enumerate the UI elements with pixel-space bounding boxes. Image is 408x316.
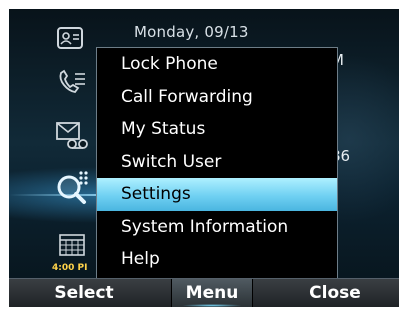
menu-item-my-status[interactable]: My Status [97, 113, 337, 146]
select-softkey[interactable]: Select [9, 279, 159, 307]
menu-item-switch-user[interactable]: Switch User [97, 146, 337, 179]
menu-item-call-forwarding[interactable]: Call Forwarding [97, 81, 337, 114]
voicemail-icon[interactable] [55, 121, 89, 151]
calendar-icon[interactable] [59, 234, 85, 256]
menu-softkey[interactable]: Menu [171, 279, 253, 307]
contacts-icon[interactable] [57, 27, 83, 49]
menu-item-lock-phone[interactable]: Lock Phone [97, 48, 337, 81]
softkey-bar: Select Menu Close [9, 278, 399, 307]
close-softkey[interactable]: Close [271, 279, 399, 307]
menu-item-system-information[interactable]: System Information [97, 211, 337, 244]
menu-item-settings[interactable]: Settings [97, 178, 337, 211]
options-menu: Lock Phone Call Forwarding My Status Swi… [96, 47, 338, 284]
menu-item-help[interactable]: Help [97, 243, 337, 276]
phone-screen: Monday, 09/13 M 86 [9, 9, 399, 307]
search-icon[interactable] [53, 167, 93, 207]
call-history-icon[interactable] [57, 69, 87, 95]
time-fragment: 4:00 PI [52, 263, 88, 273]
date-label: Monday, 09/13 [134, 23, 249, 41]
